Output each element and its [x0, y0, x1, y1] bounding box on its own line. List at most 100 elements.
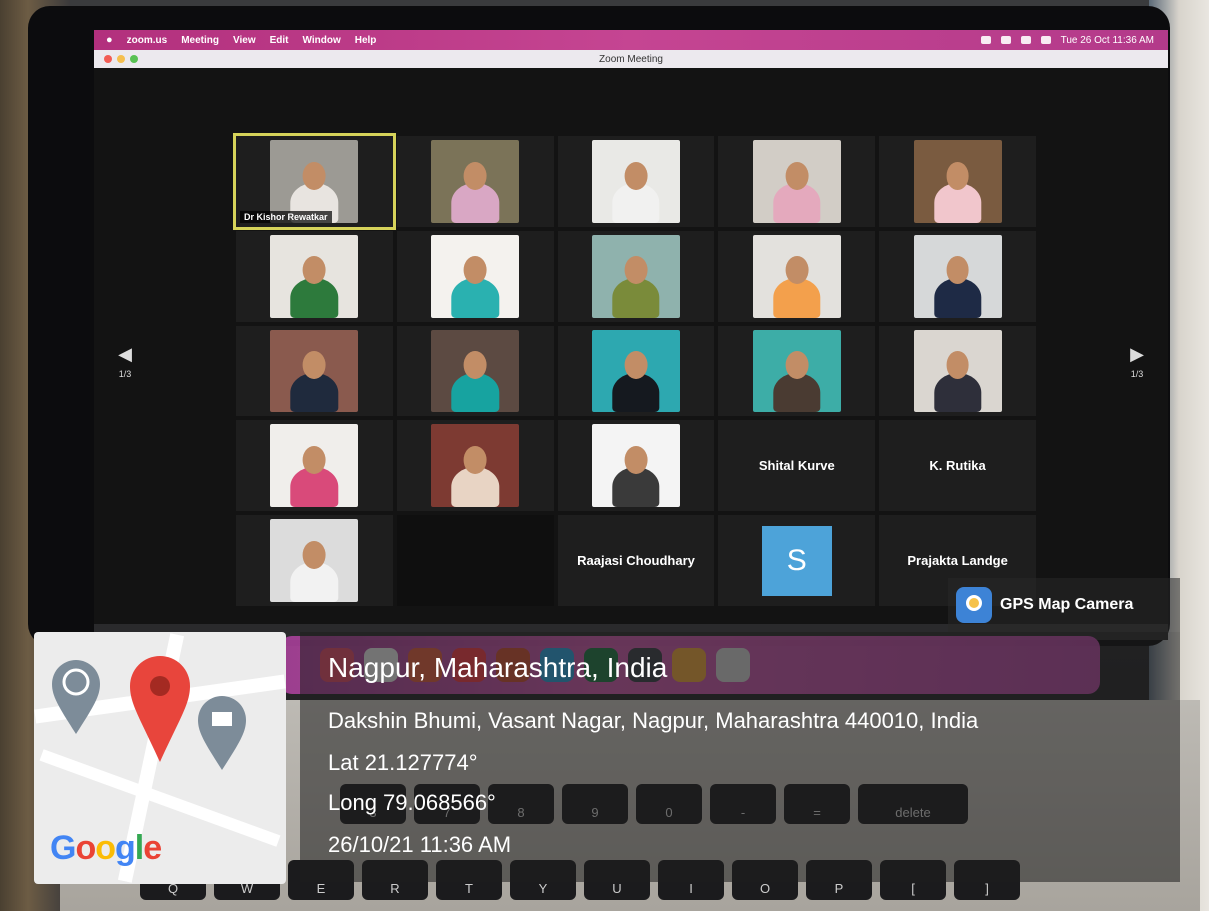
menu-app-zoom[interactable]: zoom.us: [127, 35, 168, 46]
laptop-bezel: ● zoom.us Meeting View Edit Window Help …: [28, 6, 1170, 646]
participant-head: [302, 256, 326, 285]
participant-video: [270, 234, 359, 318]
menubar-clock[interactable]: Tue 26 Oct 11:36 AM: [1061, 35, 1154, 46]
gps-latitude: Lat 21.127774°: [328, 750, 478, 775]
participant-tile[interactable]: [396, 325, 554, 417]
participant-name-label: Dr Kishor Rewatkar: [240, 210, 332, 223]
participant-video: [270, 329, 359, 413]
gps-place: Nagpur, Maharashtra, India: [328, 652, 668, 683]
chevron-right-icon: ▶: [1130, 344, 1144, 364]
gps-camera-logo-icon: [956, 587, 992, 623]
participant-tile[interactable]: [879, 325, 1036, 417]
gps-address: Dakshin Bhumi, Vasant Nagar, Nagpur, Mah…: [328, 708, 979, 733]
participant-head: [785, 351, 809, 380]
participant-tile[interactable]: Dr Kishor Rewatkar: [233, 133, 396, 230]
zoom-window-button[interactable]: [130, 55, 138, 63]
participant-video: [913, 234, 1002, 318]
laptop-screen: ● zoom.us Meeting View Edit Window Help …: [94, 30, 1168, 640]
wifi-icon[interactable]: [1020, 36, 1031, 44]
menu-meeting[interactable]: Meeting: [181, 35, 219, 46]
participant-tile[interactable]: [557, 420, 715, 512]
apple-icon[interactable]: ●: [106, 34, 113, 46]
participant-video: [913, 140, 1002, 223]
participant-video: [913, 329, 1002, 413]
prev-page-button[interactable]: ◀ 1/3: [110, 344, 140, 379]
participant-tile[interactable]: [396, 230, 554, 322]
participant-grid: Dr Kishor Rewatkar Shital Kurve K. Rutika R…: [233, 133, 1036, 606]
participant-tile[interactable]: [879, 230, 1036, 322]
participant-video: [752, 329, 841, 413]
participant-video: [752, 140, 841, 223]
participant-video: [270, 424, 359, 508]
participant-video: [270, 519, 359, 602]
gps-longitude: Long 79.068566°: [328, 790, 496, 815]
menu-help[interactable]: Help: [355, 35, 377, 46]
temple-pin-icon: [52, 660, 100, 734]
participant-head: [624, 161, 648, 190]
participant-name: K. Rutika: [929, 458, 986, 474]
participant-tile[interactable]: [879, 136, 1036, 227]
minimize-window-button[interactable]: [117, 55, 125, 63]
participant-head: [624, 445, 648, 475]
participant-head: [946, 161, 970, 190]
menu-edit[interactable]: Edit: [270, 35, 289, 46]
participant-name: Prajakta Landge: [907, 553, 1008, 569]
participant-video: [431, 140, 520, 223]
participant-head: [463, 256, 487, 285]
participant-tile[interactable]: Shital Kurve: [718, 420, 876, 512]
participant-head: [946, 351, 970, 380]
menubar-status-area: Tue 26 Oct 11:36 AM: [980, 35, 1154, 46]
zoom-status-icon[interactable]: [980, 36, 991, 44]
participant-head: [302, 540, 326, 569]
next-page-button[interactable]: ▶ 1/3: [1122, 344, 1152, 379]
participant-head: [302, 351, 326, 380]
participant-tile[interactable]: [557, 325, 715, 417]
gps-datetime: 26/10/21 11:36 AM: [328, 832, 512, 857]
participant-video: [752, 234, 841, 318]
participant-head: [302, 445, 326, 475]
window-controls: [104, 55, 138, 63]
location-pin-icon: [130, 656, 190, 762]
gps-badge-title: GPS Map Camera: [1000, 596, 1134, 613]
menu-window[interactable]: Window: [303, 35, 341, 46]
participant-tile[interactable]: [236, 420, 393, 512]
menu-view[interactable]: View: [233, 35, 256, 46]
search-icon[interactable]: [1040, 36, 1051, 44]
participant-tile[interactable]: Raajasi Choudhary: [557, 515, 715, 606]
location-map-thumbnail: Google: [34, 632, 286, 884]
participant-head: [463, 351, 487, 380]
participant-video: [592, 140, 680, 223]
participant-tile[interactable]: [396, 515, 554, 606]
participant-head: [785, 161, 809, 190]
participant-tile[interactable]: [396, 136, 554, 227]
participant-video: [592, 329, 680, 413]
participant-video: [431, 424, 520, 508]
participant-tile[interactable]: [236, 325, 393, 417]
participant-tile[interactable]: K. Rutika: [879, 420, 1036, 512]
participant-head: [624, 256, 648, 285]
participant-name: Shital Kurve: [758, 458, 835, 474]
participant-tile[interactable]: S: [718, 515, 876, 606]
participant-tile[interactable]: [236, 515, 393, 606]
zoom-gallery-view: ◀ 1/3 ▶ 1/3 Dr Kishor Rewatkar Shital Kur…: [94, 68, 1168, 640]
battery-icon[interactable]: [1000, 36, 1011, 44]
gps-map-camera-badge: GPS Map Camera: [948, 578, 1180, 632]
participant-head: [463, 161, 487, 190]
participant-tile[interactable]: [396, 420, 554, 512]
participant-tile[interactable]: [236, 230, 393, 322]
participant-tile[interactable]: [718, 136, 876, 227]
participant-tile[interactable]: [718, 230, 876, 322]
participant-tile[interactable]: [718, 325, 876, 417]
participant-tile[interactable]: [557, 136, 715, 227]
google-logo: Google: [50, 829, 162, 867]
zoom-window-titlebar: Zoom Meeting: [94, 50, 1168, 68]
chevron-left-icon: ◀: [118, 344, 132, 364]
mac-menubar: ● zoom.us Meeting View Edit Window Help …: [94, 30, 1168, 50]
participant-name: Raajasi Choudhary: [577, 553, 695, 569]
participant-video: [431, 329, 520, 413]
participant-tile[interactable]: [557, 230, 715, 322]
participant-video: [431, 234, 520, 318]
window-title: Zoom Meeting: [599, 53, 663, 65]
close-window-button[interactable]: [104, 55, 112, 63]
participant-head: [302, 161, 326, 190]
